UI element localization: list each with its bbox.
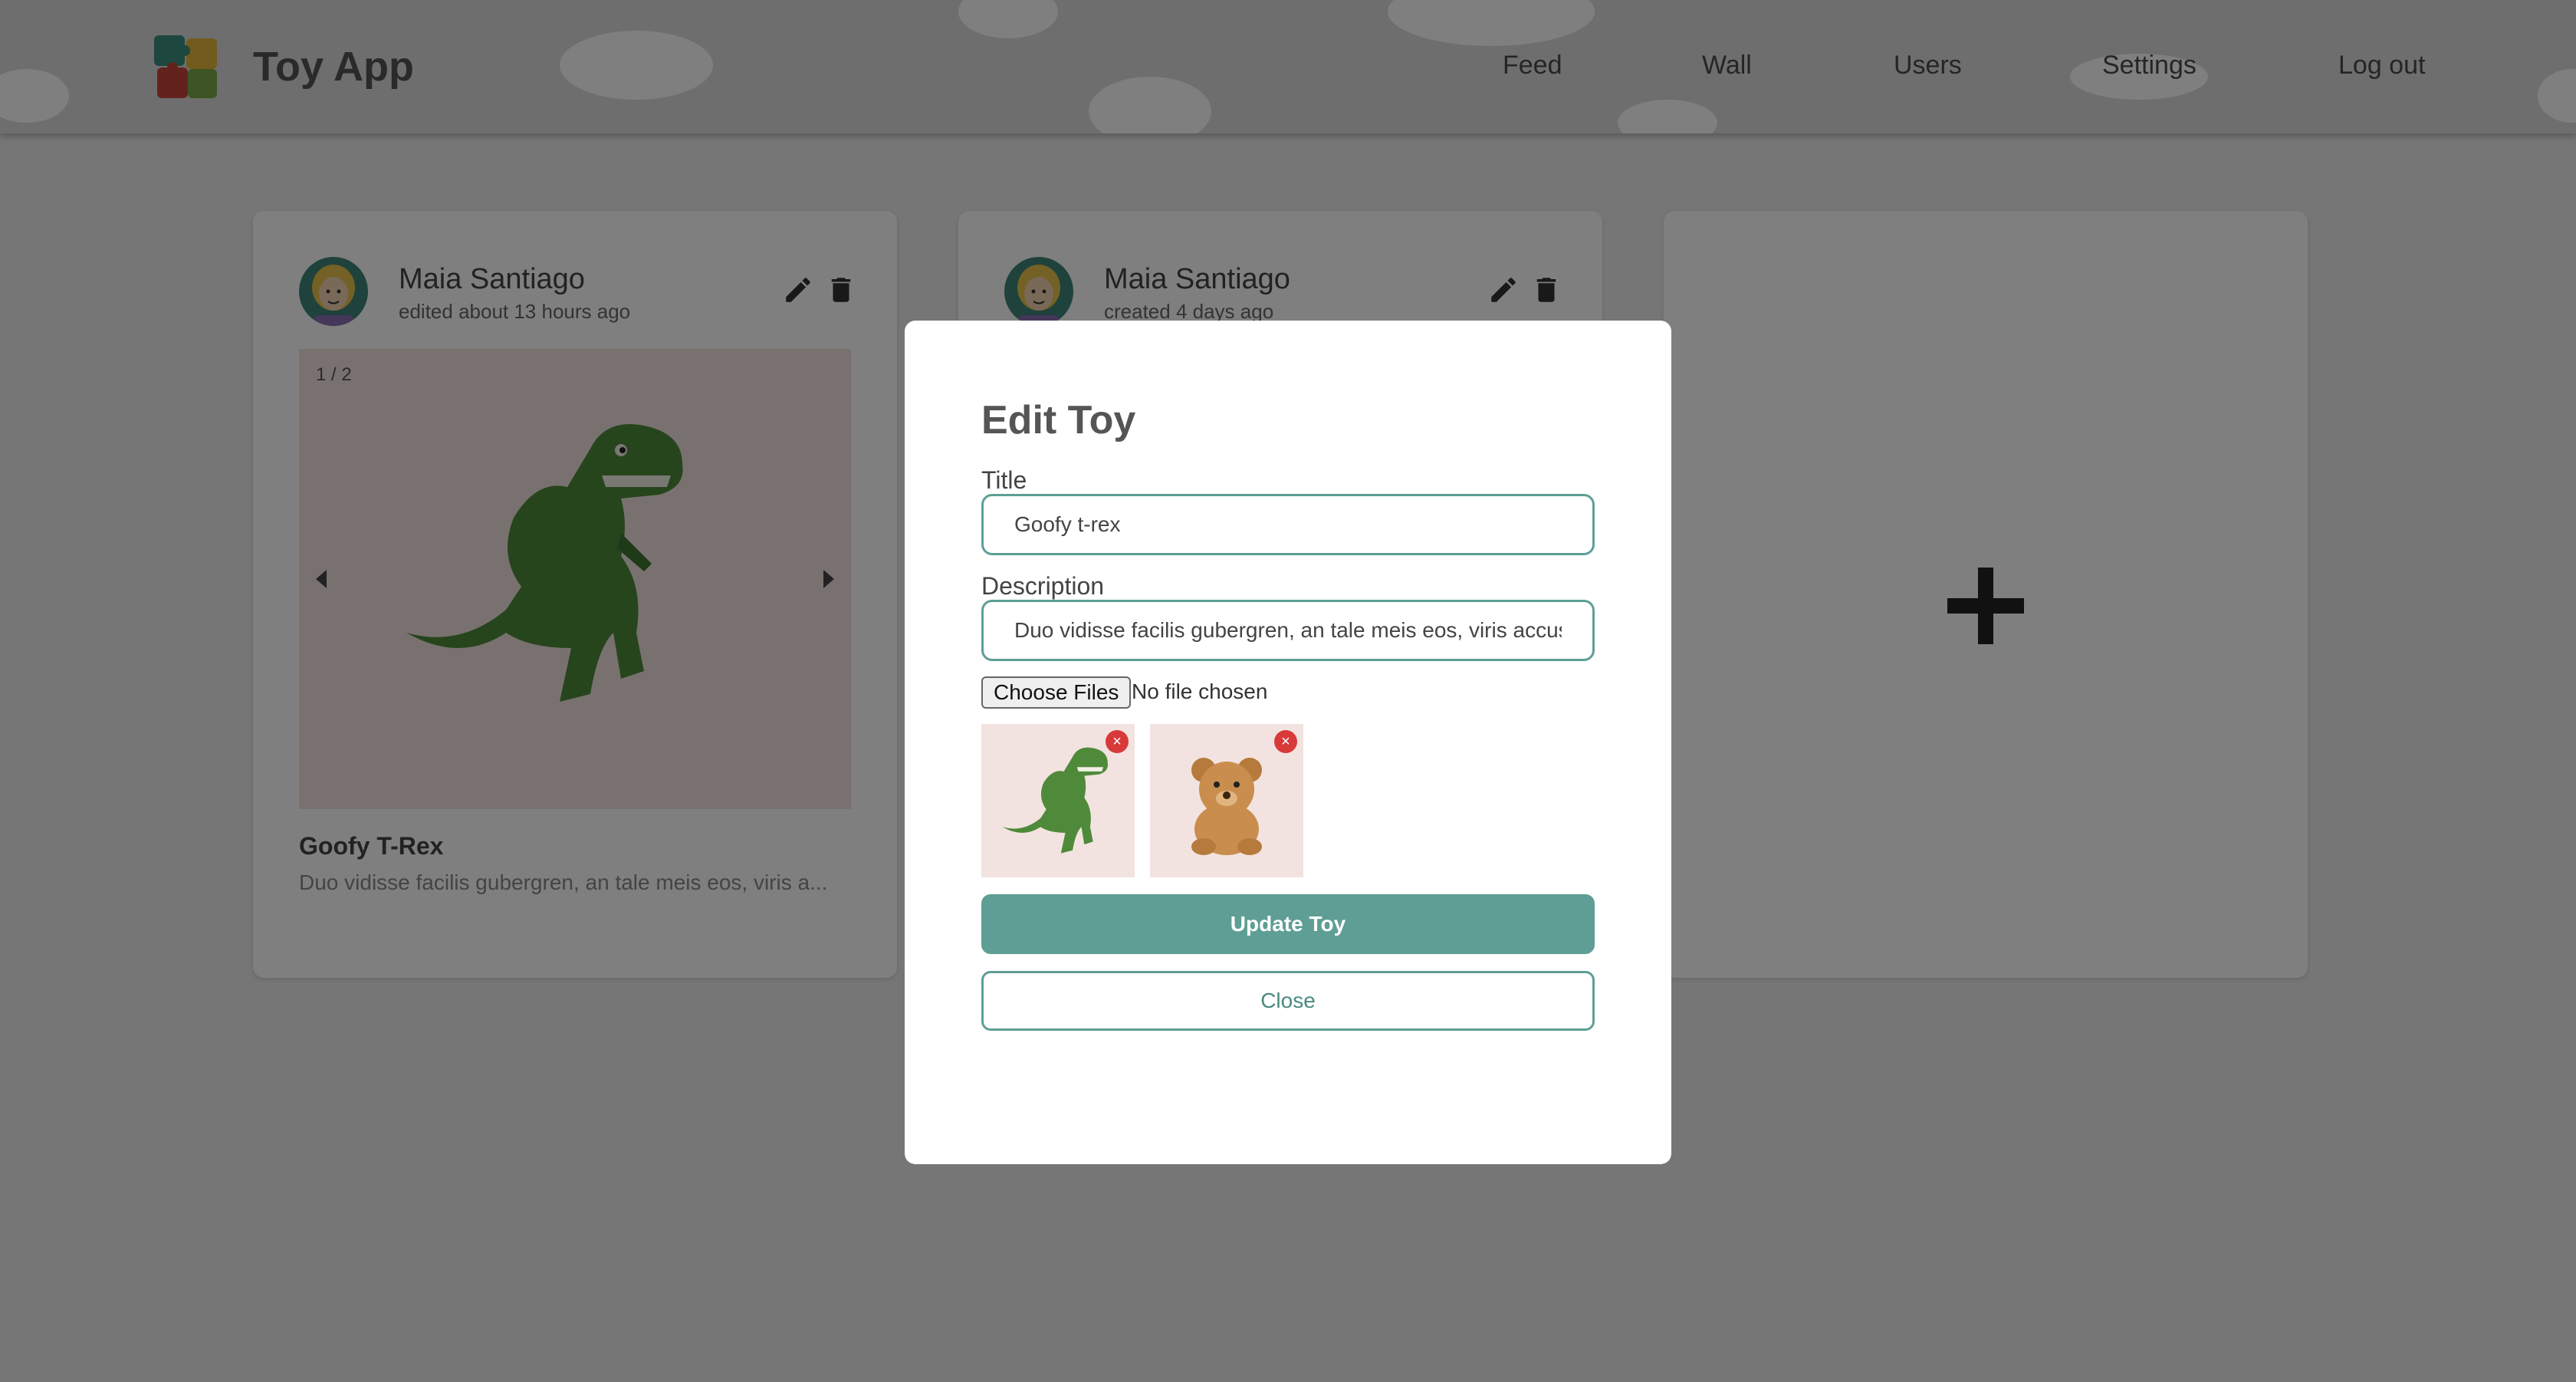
image-thumbnail: × [1150, 724, 1303, 877]
title-label: Title [981, 466, 1027, 494]
choose-files-button[interactable]: Choose Files [981, 676, 1132, 709]
toy-image [1002, 747, 1108, 854]
close-icon[interactable]: × [1274, 730, 1297, 753]
update-toy-button[interactable]: Update Toy [981, 894, 1595, 954]
modal-title: Edit Toy [981, 398, 1136, 443]
description-input[interactable] [981, 600, 1595, 661]
close-button[interactable]: Close [981, 971, 1595, 1031]
image-thumbnail: × [981, 724, 1135, 877]
title-input[interactable] [981, 494, 1595, 555]
edit-toy-modal: Edit Toy Title Description Choose Files … [905, 321, 1671, 1164]
description-label: Description [981, 572, 1105, 600]
app-root: Toy App Feed Wall Users Settings Log out… [0, 0, 2576, 1382]
file-status: No file chosen [1132, 679, 1268, 703]
close-icon[interactable]: × [1106, 730, 1129, 753]
toy-image [1191, 758, 1262, 855]
